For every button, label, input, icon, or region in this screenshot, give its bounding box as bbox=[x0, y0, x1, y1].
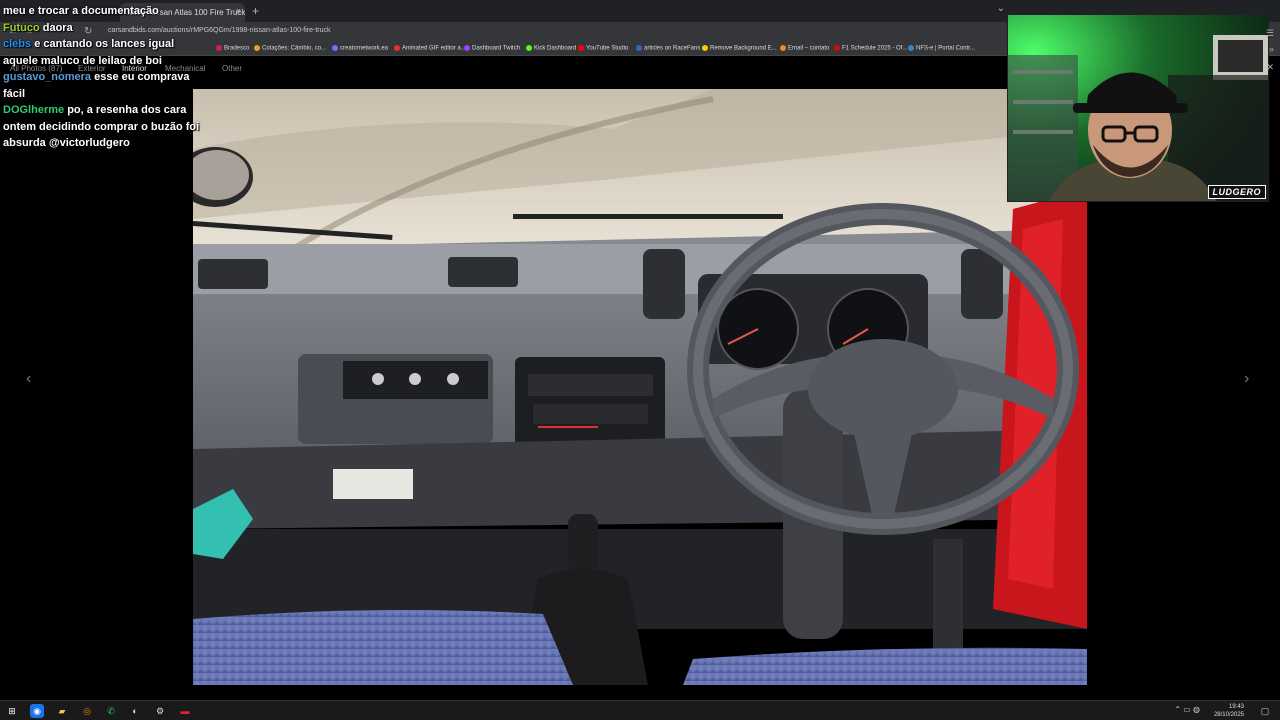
bookmark-label: creatornetwork.ea bbox=[340, 45, 389, 52]
bookmark-favicon-icon bbox=[394, 45, 400, 51]
chat-username: gustavo_nomera bbox=[3, 71, 92, 83]
bookmark-favicon-icon bbox=[332, 45, 338, 51]
app-icon[interactable]: ◎ bbox=[80, 704, 94, 718]
bookmark-item[interactable]: Animated GIF editor a... bbox=[394, 45, 466, 52]
gallery-prev-arrow[interactable]: ‹ bbox=[26, 370, 31, 388]
bookmark-item[interactable]: Cotações: Câmbio, co... bbox=[254, 45, 326, 52]
bookmark-label: F1 Schedule 2025 - Of... bbox=[842, 45, 908, 52]
truck-interior-photo bbox=[193, 89, 1087, 685]
bookmark-item[interactable]: articles on RaceFans bbox=[636, 45, 700, 52]
chat-message: DOGlherme po, a resenha dos cara ontem d… bbox=[3, 102, 208, 152]
notifications-icon[interactable]: ▢ bbox=[1258, 704, 1272, 718]
bookmark-label: articles on RaceFans bbox=[644, 45, 701, 52]
gallery-next-arrow[interactable]: › bbox=[1244, 370, 1249, 388]
whatsapp-icon[interactable]: ✆ bbox=[104, 704, 118, 718]
bookmark-item[interactable]: creatornetwork.ea bbox=[332, 45, 388, 52]
bookmark-favicon-icon bbox=[834, 45, 840, 51]
window-controls[interactable]: ⌄ bbox=[997, 3, 1005, 14]
obs-icon[interactable]: ◐ bbox=[128, 704, 142, 718]
bookmark-label: NFS-e | Portal Contr... bbox=[916, 45, 975, 52]
bookmark-label: Cotações: Câmbio, co... bbox=[262, 45, 327, 52]
bookmark-favicon-icon bbox=[464, 45, 470, 51]
new-tab-button[interactable]: + bbox=[252, 4, 259, 18]
stream-chat-overlay: meu e trocar a documentação Futuco daora c… bbox=[3, 3, 208, 152]
chat-message: meu e trocar a documentação bbox=[3, 3, 208, 20]
extensions-icon[interactable]: ☰ bbox=[1266, 28, 1274, 39]
bookmark-favicon-icon bbox=[702, 45, 708, 51]
bookmark-label: Bradesco bbox=[224, 45, 250, 52]
webcam-overlay: LUDGERO bbox=[1007, 14, 1269, 202]
browser-icon[interactable]: ◉ bbox=[30, 704, 44, 718]
chat-message: gustavo_nomera esse eu comprava fácil bbox=[3, 69, 208, 102]
bookmark-favicon-icon bbox=[216, 45, 222, 51]
gallery-photo[interactable] bbox=[193, 89, 1087, 685]
media-icon[interactable]: ▬ bbox=[178, 704, 192, 718]
clock-date: 28/10/2025 bbox=[1213, 712, 1244, 718]
steam-icon[interactable]: ⚙ bbox=[153, 704, 167, 718]
bookmark-label: Email – contato bbox=[788, 45, 830, 52]
close-icon[interactable]: ✕ bbox=[1266, 62, 1274, 73]
chevron-right-icon[interactable]: » bbox=[1269, 44, 1274, 54]
bookmark-item[interactable]: F1 Schedule 2025 - Of... bbox=[834, 45, 907, 52]
chat-username: clebs bbox=[3, 38, 32, 50]
bookmark-item[interactable]: Kick Dashboard bbox=[526, 45, 576, 52]
bookmark-label: Kick Dashboard bbox=[534, 45, 577, 52]
bookmark-label: Animated GIF editor a... bbox=[402, 45, 466, 52]
bookmark-item[interactable]: Dashboard Twitch bbox=[464, 45, 520, 52]
chat-username: DOGlherme bbox=[3, 104, 65, 116]
bookmark-item[interactable]: Remove Background E... bbox=[702, 45, 777, 52]
bookmark-favicon-icon bbox=[780, 45, 786, 51]
chat-username: Futuco bbox=[3, 21, 40, 34]
bookmark-item[interactable]: YouTube Studio bbox=[578, 45, 628, 52]
bookmark-item[interactable]: Bradesco bbox=[216, 45, 249, 52]
bookmark-favicon-icon bbox=[254, 45, 260, 51]
clock-time: 19:43 bbox=[1228, 704, 1244, 710]
bookmark-favicon-icon bbox=[578, 45, 584, 51]
taskbar-clock[interactable]: 19:43 28/10/2025 bbox=[1214, 703, 1244, 719]
bookmark-item[interactable]: NFS-e | Portal Contr... bbox=[908, 45, 975, 52]
bookmark-favicon-icon bbox=[636, 45, 642, 51]
bookmark-favicon-icon bbox=[908, 45, 914, 51]
chat-message: clebs e cantando os lances igual aquele … bbox=[3, 36, 208, 69]
tab-close-icon[interactable]: × bbox=[236, 6, 241, 16]
streamer-webcam bbox=[1008, 15, 1268, 201]
streamer-logo: LUDGERO bbox=[1207, 185, 1266, 199]
system-tray[interactable]: ⌃ ▭ ◍ bbox=[1174, 705, 1200, 714]
bookmark-label: YouTube Studio bbox=[586, 45, 629, 52]
file-explorer-icon[interactable]: ▰ bbox=[55, 704, 69, 718]
windows-taskbar: ⊞ ◉ ▰ ◎ ✆ ◐ ⚙ ▬ ⌃ ▭ ◍ 19:43 28/10/2025 ▢ bbox=[0, 700, 1280, 720]
chat-text: meu e trocar a documentação bbox=[3, 5, 159, 17]
chat-message: Futuco daora bbox=[3, 20, 208, 37]
bookmark-label: Dashboard Twitch bbox=[472, 45, 520, 52]
windows-start-icon[interactable]: ⊞ bbox=[5, 704, 19, 718]
gallery-tab[interactable]: Other bbox=[222, 64, 242, 73]
chat-text: daora bbox=[42, 21, 73, 34]
bookmark-favicon-icon bbox=[526, 45, 532, 51]
bookmark-label: Remove Background E... bbox=[710, 45, 777, 52]
bookmark-item[interactable]: Email – contato bbox=[780, 45, 829, 52]
